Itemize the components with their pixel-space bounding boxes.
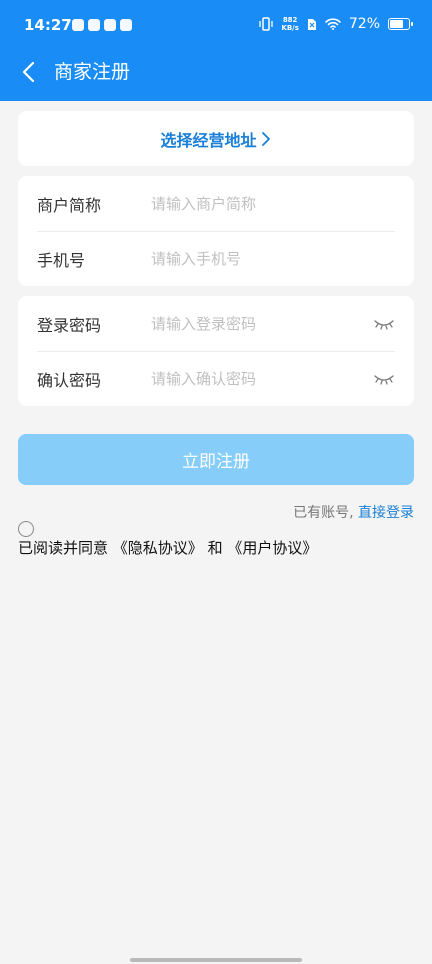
login-prompt: 已有账号, 直接登录	[293, 502, 414, 522]
app-header: 14:27 882 KB/s 72% 商家注册	[0, 0, 432, 101]
status-bar: 14:27 882 KB/s 72%	[0, 0, 432, 52]
direct-login-link[interactable]: 直接登录	[358, 505, 414, 521]
sim-icon	[307, 18, 316, 30]
app-notification-icon	[72, 19, 84, 31]
password-label: 登录密码	[37, 315, 102, 335]
app-notification-icon	[88, 19, 100, 31]
app-notification-icon	[120, 19, 132, 31]
vibrate-icon	[259, 17, 274, 31]
confirm-password-input[interactable]	[151, 369, 373, 388]
net-speed-value: 882	[282, 16, 298, 24]
status-right: 882 KB/s 72%	[259, 16, 413, 32]
phone-label: 手机号	[37, 250, 86, 270]
phone-input[interactable]	[151, 249, 395, 268]
merchant-info-card: 商户简称 手机号	[18, 176, 414, 286]
eye-closed-icon[interactable]	[373, 317, 395, 331]
agreement-and: 和	[207, 539, 223, 557]
user-agreement-link[interactable]: 《用户协议》	[227, 539, 317, 557]
select-address-label: 选择经营地址	[160, 130, 257, 150]
register-button[interactable]: 立即注册	[18, 434, 414, 485]
privacy-policy-link[interactable]: 《隐私协议》	[113, 539, 203, 557]
notification-icons	[72, 19, 132, 31]
net-speed-unit: KB/s	[281, 24, 299, 32]
login-prompt-text: 已有账号,	[293, 505, 354, 521]
page-title: 商家注册	[54, 61, 131, 83]
back-arrow-icon[interactable]	[18, 60, 42, 84]
agreement-prefix: 已阅读并同意	[18, 539, 109, 557]
phone-row: 手机号	[37, 231, 395, 286]
password-row: 登录密码	[37, 296, 395, 352]
password-card: 登录密码 确认密码	[18, 296, 414, 406]
select-address-button[interactable]: 选择经营地址	[18, 111, 414, 166]
confirm-password-row: 确认密码	[37, 351, 395, 406]
eye-closed-icon[interactable]	[373, 372, 395, 386]
wifi-icon	[325, 18, 341, 30]
net-speed: 882 KB/s	[281, 16, 298, 32]
battery-icon	[388, 18, 413, 30]
home-indicator[interactable]	[130, 958, 302, 962]
battery-percent: 72%	[348, 16, 380, 32]
agreement-text: 已阅读并同意 《隐私协议》 和 《用户协议》	[18, 537, 317, 558]
status-time: 14:27	[24, 16, 72, 34]
chevron-right-icon	[261, 131, 270, 146]
password-input[interactable]	[151, 314, 373, 333]
confirm-password-label: 确认密码	[37, 370, 102, 390]
merchant-name-row: 商户简称	[37, 176, 395, 232]
app-notification-icon	[104, 19, 116, 31]
agreement-radio[interactable]	[18, 521, 34, 537]
address-card: 选择经营地址	[18, 111, 414, 166]
merchant-name-label: 商户简称	[37, 195, 102, 215]
merchant-name-input[interactable]	[151, 194, 395, 213]
